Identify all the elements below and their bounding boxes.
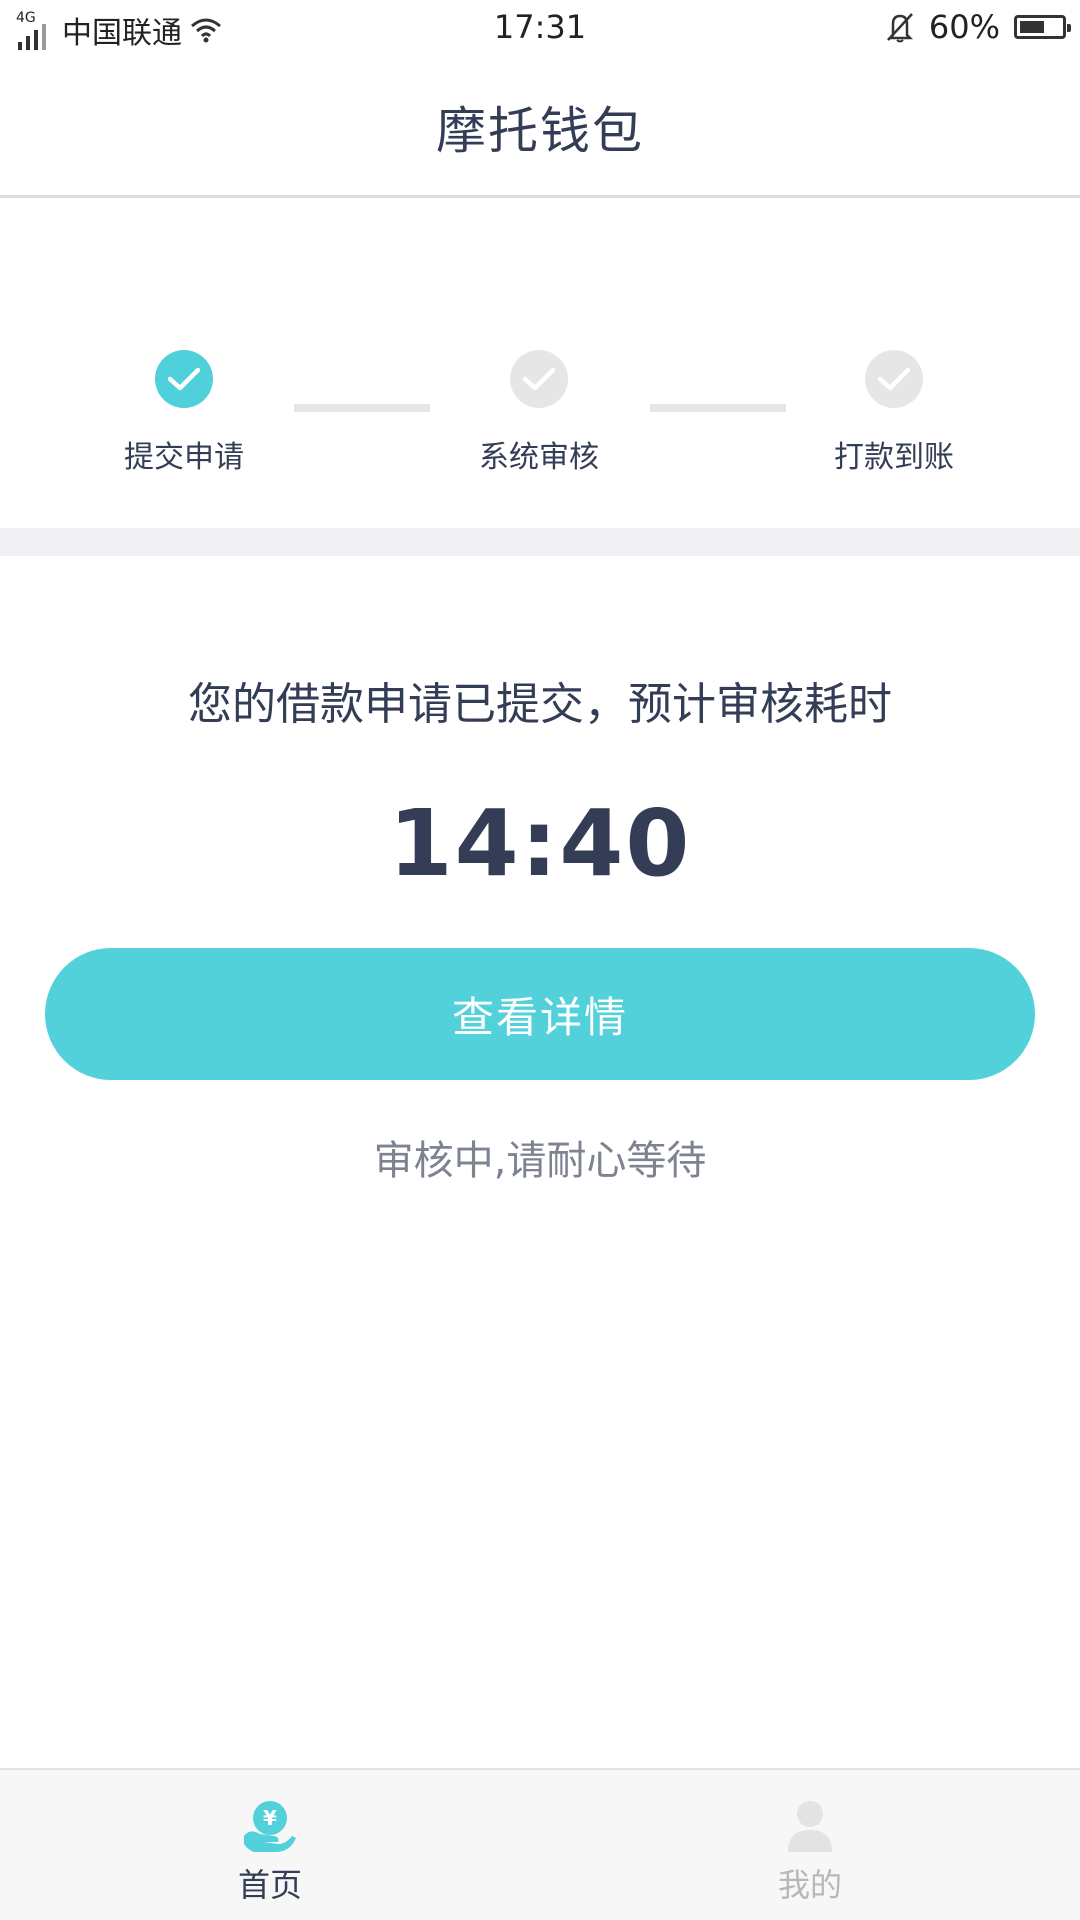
step-review: 系统审核 — [419, 350, 659, 476]
user-icon — [788, 1801, 832, 1852]
app-screen: 4G 中国联通 17:31 60% 摩托钱包 提交申请 系统审核 打款到账 您的… — [0, 0, 1080, 1920]
view-details-button[interactable]: 查看详情 — [45, 948, 1035, 1080]
tab-home[interactable]: ¥ 首页 — [0, 1770, 540, 1920]
tab-label: 首页 — [237, 1866, 302, 1904]
step-check-icon — [155, 350, 213, 408]
step-label: 提交申请 — [124, 440, 244, 475]
step-label: 打款到账 — [834, 440, 954, 475]
svg-text:¥: ¥ — [263, 1806, 277, 1830]
page-title: 摩托钱包 — [436, 101, 644, 160]
progress-steps: 提交申请 系统审核 打款到账 — [0, 198, 1080, 528]
status-right: 60% — [885, 8, 1071, 46]
review-timer: 14:40 — [388, 790, 692, 897]
wait-hint: 审核中,请耐心等待 — [373, 1138, 707, 1184]
step-check-icon — [865, 350, 923, 408]
battery-icon — [1014, 15, 1071, 39]
step-connector — [294, 404, 430, 412]
status-message: 您的借款申请已提交，预计审核耗时 — [188, 679, 892, 730]
section-divider — [0, 528, 1080, 556]
step-payout: 打款到账 — [774, 350, 1014, 476]
tab-label: 我的 — [777, 1866, 842, 1904]
step-label: 系统审核 — [479, 440, 599, 475]
nav-header: 摩托钱包 — [0, 58, 1080, 198]
step-check-icon — [510, 350, 568, 408]
tab-bar: ¥ 首页 我的 — [0, 1768, 1080, 1920]
status-bar: 4G 中国联通 17:31 60% — [0, 0, 1080, 58]
step-submit: 提交申请 — [64, 350, 304, 476]
step-connector — [650, 404, 786, 412]
battery-percent: 60% — [928, 8, 1000, 46]
wallet-hand-icon: ¥ — [244, 1801, 296, 1852]
battery-fill — [1020, 21, 1044, 33]
tab-mine[interactable]: 我的 — [540, 1770, 1080, 1920]
bell-muted-icon — [886, 13, 913, 43]
